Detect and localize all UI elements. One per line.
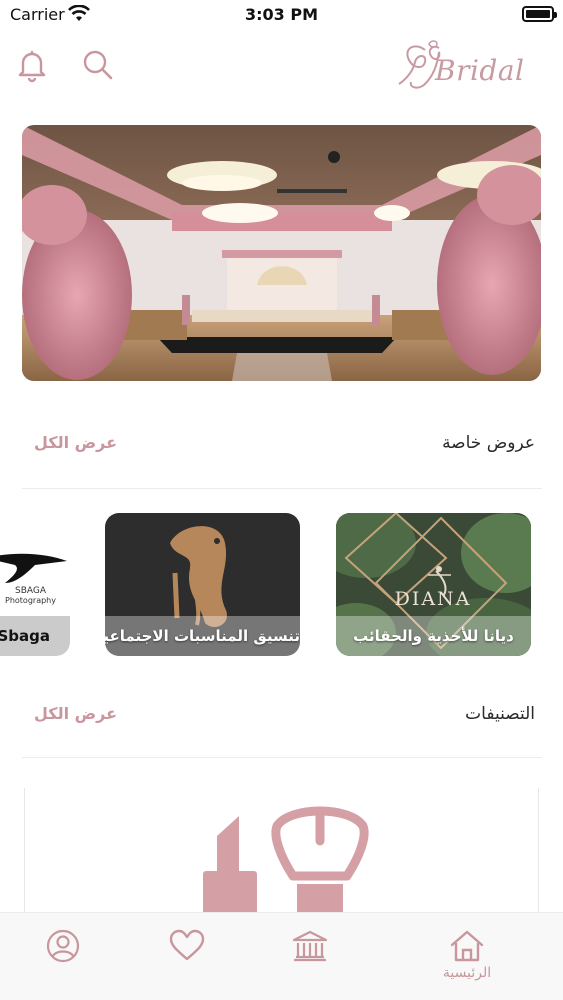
makeup-icon	[203, 806, 369, 926]
offer-card-diana[interactable]: DIANA ديانا للأحذية والحقائب	[336, 513, 531, 656]
offer-card-sbaga[interactable]: SBAGA Photography Sbaga	[0, 513, 70, 656]
tab-home-label: الرئيسية	[442, 965, 492, 981]
diana-logo-text: DIANA	[395, 588, 472, 610]
offers-section-header: عروض خاصة عرض الكل	[22, 425, 541, 465]
divider	[22, 488, 542, 489]
search-icon[interactable]	[80, 47, 116, 83]
wedding-hall-photo	[22, 125, 541, 381]
category-card-makeup[interactable]	[24, 788, 539, 928]
app-header: Bridal	[0, 30, 563, 110]
view-all-offers-link[interactable]: عرض الكل	[34, 433, 117, 452]
section-title-categories: التصنيفات	[465, 704, 535, 724]
offer-card-label: تنسيق المناسبات الاجتماعية	[105, 616, 300, 656]
heart-icon	[169, 929, 205, 961]
home-icon	[450, 930, 484, 962]
section-title-offers: عروض خاصة	[442, 433, 535, 453]
bank-icon	[292, 930, 328, 962]
divider	[22, 757, 542, 758]
logo-text: Bridal	[435, 54, 525, 87]
tab-favorites[interactable]	[157, 929, 217, 989]
status-time: 3:03 PM	[244, 5, 318, 24]
offer-card-label: ديانا للأحذية والحقائب	[336, 616, 531, 656]
bottom-tab-bar: الرئيسية	[0, 912, 563, 1000]
bell-icon[interactable]	[14, 47, 50, 83]
status-bar: Carrier 3:03 PM	[0, 0, 563, 30]
profile-icon	[46, 929, 80, 963]
hero-banner[interactable]	[22, 125, 541, 381]
view-all-categories-link[interactable]: عرض الكل	[34, 704, 117, 723]
tab-venues[interactable]	[280, 929, 340, 989]
categories-section-header: التصنيفات عرض الكل	[22, 696, 541, 736]
tab-home[interactable]: الرئيسية	[437, 929, 497, 989]
tab-profile[interactable]	[33, 929, 93, 989]
battery-icon	[522, 6, 557, 22]
offer-card-label: Sbaga	[0, 616, 70, 656]
sbaga-logo-sub: Photography	[5, 596, 56, 605]
offers-carousel[interactable]: DIANA ديانا للأحذية والحقائب تنسيق المنا…	[0, 513, 563, 658]
offer-card-events[interactable]: تنسيق المناسبات الاجتماعية	[105, 513, 300, 656]
brand-logo: Bridal	[395, 40, 524, 98]
sbaga-logo-text: SBAGA	[15, 586, 47, 596]
